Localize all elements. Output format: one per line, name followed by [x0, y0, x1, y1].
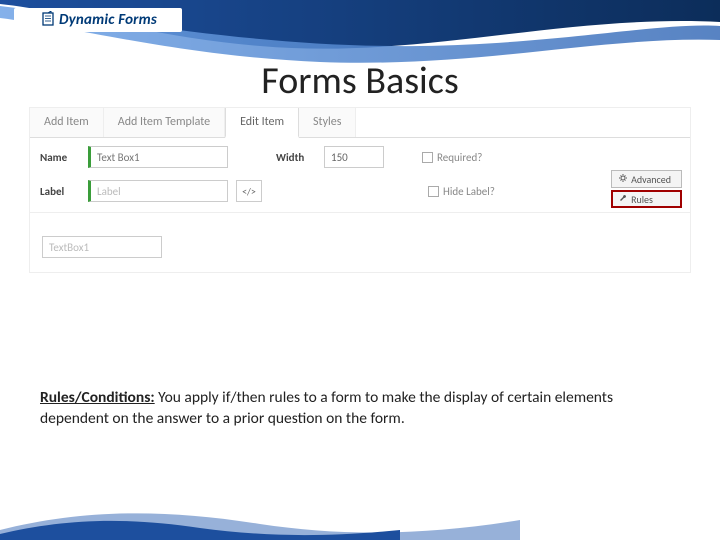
name-label: Name — [40, 151, 80, 164]
hide-label-label: Hide Label? — [443, 185, 495, 198]
logo-badge: Dynamic Forms — [14, 8, 182, 32]
form-editor-panel: Add Item Add Item Template Edit Item Sty… — [30, 108, 690, 272]
label-label: Label — [40, 185, 80, 198]
tab-bar: Add Item Add Item Template Edit Item Sty… — [30, 108, 690, 138]
tab-add-item-template[interactable]: Add Item Template — [104, 108, 225, 137]
caption-text: Rules/Conditions: You apply if/then rule… — [40, 388, 680, 430]
slide-title: Forms Basics — [0, 58, 720, 104]
wrench-icon — [618, 193, 628, 206]
label-input[interactable]: Label — [88, 180, 228, 202]
gear-icon — [618, 173, 628, 186]
logo-text: Dynamic Forms — [59, 11, 157, 29]
tab-styles[interactable]: Styles — [299, 108, 356, 137]
background-bottom-wave — [0, 480, 720, 540]
caption-bold: Rules/Conditions: — [40, 388, 155, 407]
tab-add-item[interactable]: Add Item — [30, 108, 104, 137]
rules-label: Rules — [631, 193, 653, 206]
tab-edit-item[interactable]: Edit Item — [225, 108, 299, 138]
advanced-label: Advanced — [631, 173, 671, 186]
name-input[interactable]: Text Box1 — [88, 146, 228, 168]
hide-label-checkbox[interactable] — [428, 186, 439, 197]
code-button[interactable]: </> — [236, 180, 262, 202]
rules-button[interactable]: Rules — [611, 190, 682, 208]
preview-textbox[interactable]: TextBox1 — [42, 236, 162, 258]
width-label: Width — [276, 151, 316, 164]
divider — [30, 212, 690, 226]
required-label: Required? — [437, 151, 482, 164]
required-checkbox[interactable] — [422, 152, 433, 163]
advanced-button[interactable]: Advanced — [611, 170, 682, 188]
width-input[interactable]: 150 — [324, 146, 384, 168]
